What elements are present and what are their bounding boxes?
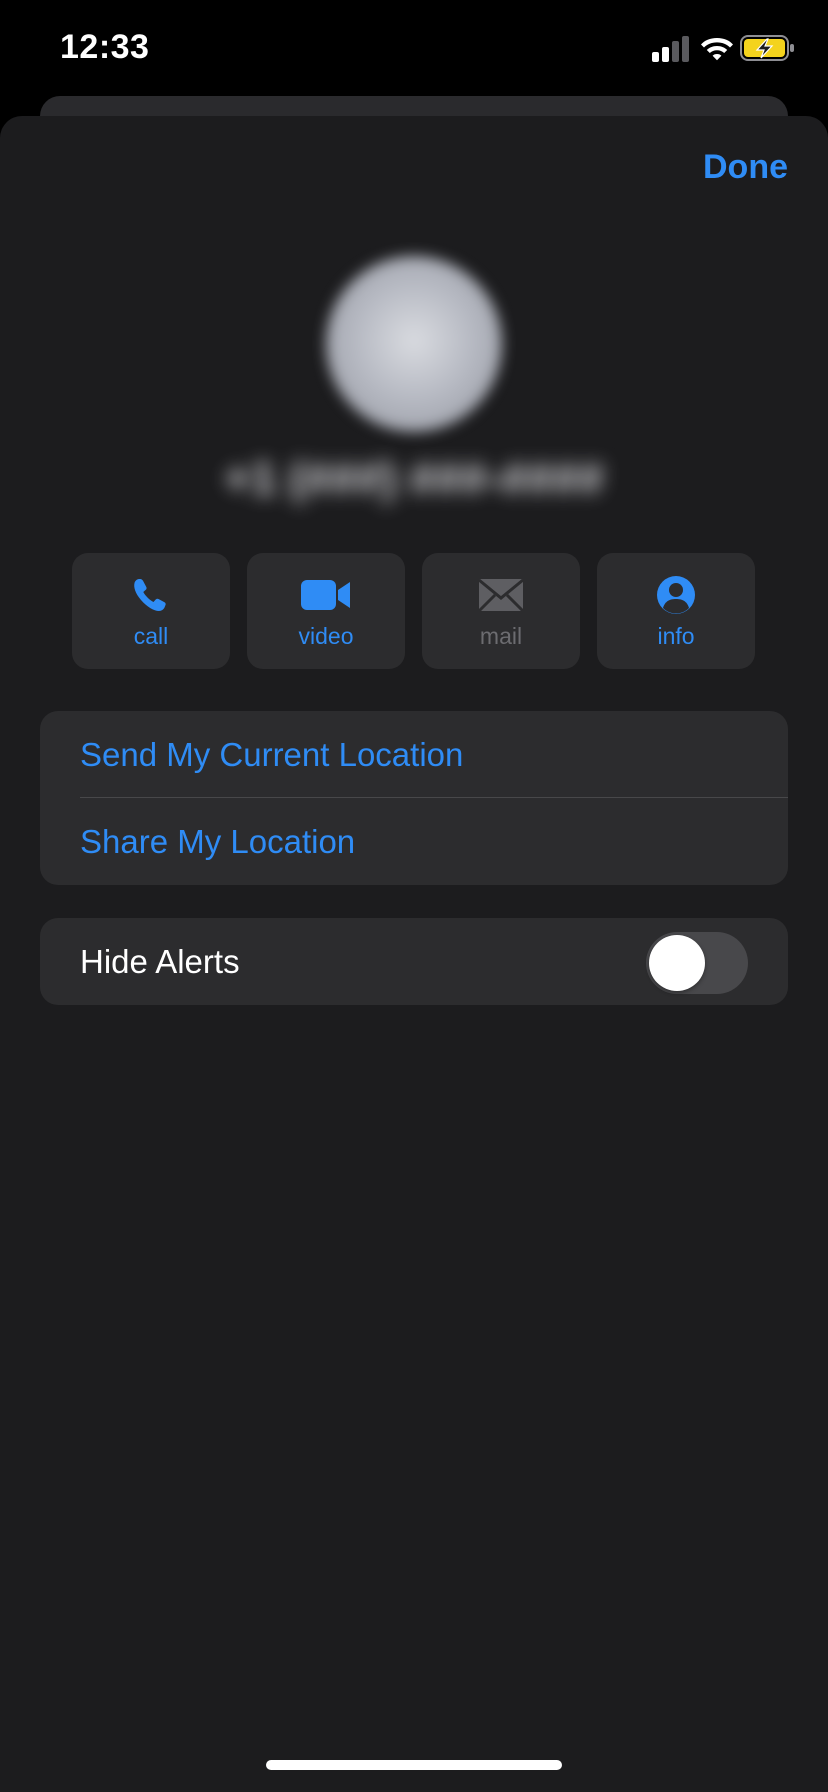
contact-avatar[interactable] xyxy=(326,256,502,432)
action-buttons: call video mail info xyxy=(72,553,756,669)
send-current-location-button[interactable]: Send My Current Location xyxy=(40,711,788,798)
hide-alerts-toggle[interactable] xyxy=(646,932,748,994)
info-label: info xyxy=(657,623,695,649)
video-button[interactable]: video xyxy=(247,553,405,669)
signal-icon xyxy=(652,36,689,62)
hide-alerts-label: Hide Alerts xyxy=(80,942,240,980)
info-button[interactable]: info xyxy=(597,553,755,669)
envelope-icon xyxy=(477,578,525,613)
share-location-button[interactable]: Share My Location xyxy=(40,798,788,885)
done-button[interactable]: Done xyxy=(703,148,788,187)
hide-alerts-row: Hide Alerts xyxy=(40,918,788,1005)
phone-icon xyxy=(134,579,166,611)
share-location-label: Share My Location xyxy=(80,822,356,860)
toggle-knob xyxy=(649,935,705,991)
video-camera-icon xyxy=(301,580,350,610)
alerts-group: Hide Alerts xyxy=(40,918,788,1005)
person-circle-icon xyxy=(657,576,695,614)
video-label: video xyxy=(298,623,354,649)
mail-label: mail xyxy=(479,623,523,649)
wifi-icon xyxy=(701,38,733,61)
contact-name: +1 (###) ###-#### xyxy=(224,452,604,504)
battery-charging-icon xyxy=(740,35,794,61)
contact-details-sheet: Done +1 (###) ###-#### call video mail i… xyxy=(0,116,828,1792)
call-button[interactable]: call xyxy=(72,553,230,669)
screen: 12:33 Done +1 (###) ###-#### call video … xyxy=(0,0,828,1792)
status-time: 12:33 xyxy=(60,28,150,66)
location-group: Send My Current Location Share My Locati… xyxy=(40,711,788,885)
call-label: call xyxy=(133,623,169,649)
mail-button[interactable]: mail xyxy=(422,553,580,669)
send-current-location-label: Send My Current Location xyxy=(80,735,464,773)
home-indicator[interactable] xyxy=(266,1760,562,1770)
status-bar: 12:33 xyxy=(0,0,828,96)
